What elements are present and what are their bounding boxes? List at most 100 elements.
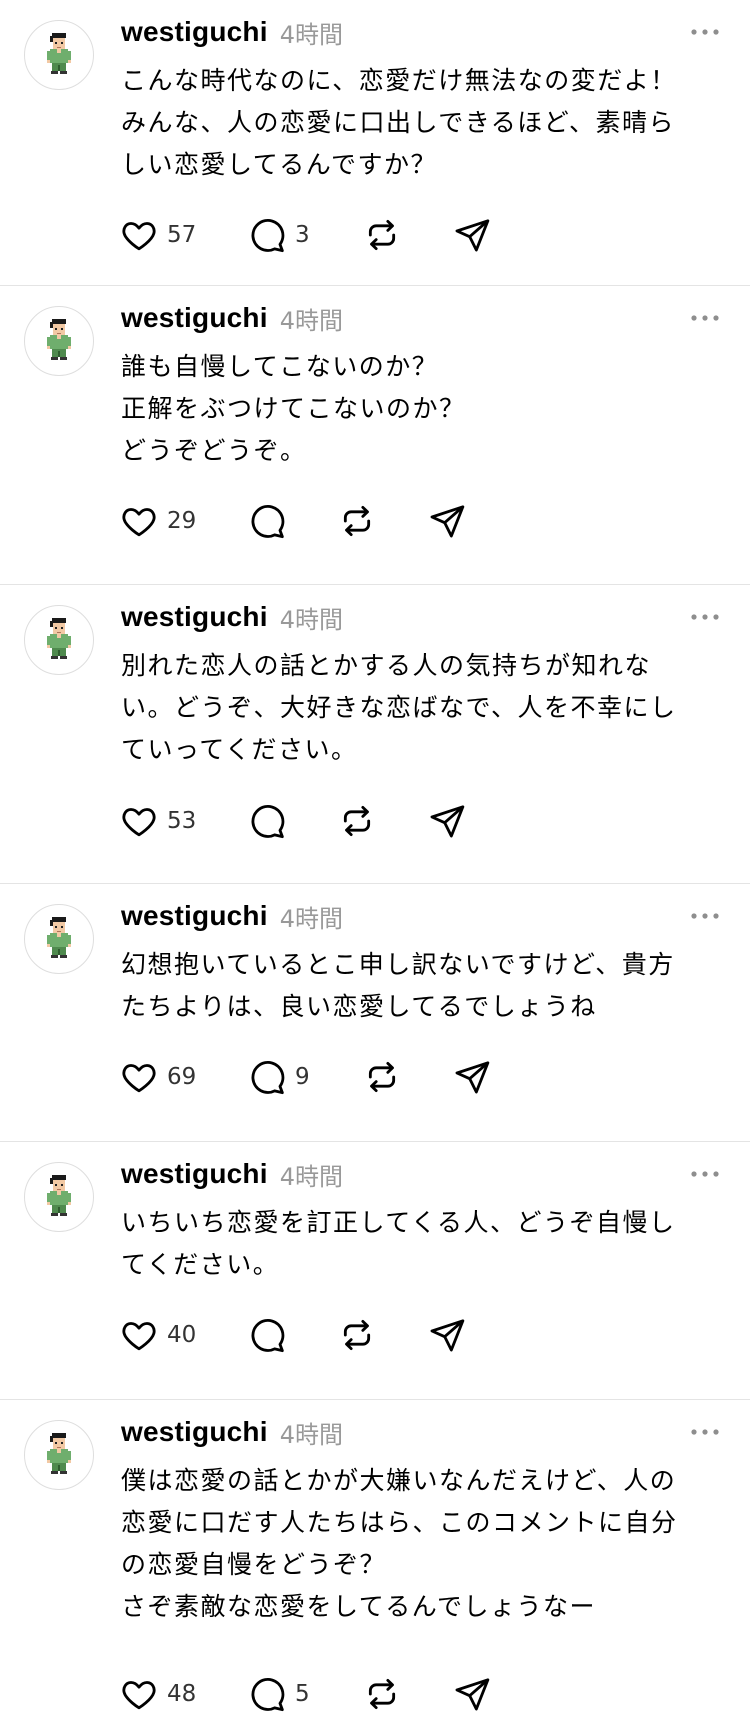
reply-count: 5: [295, 1681, 310, 1707]
post-header: westiguchi 4時間: [121, 300, 726, 336]
heart-icon: [122, 1681, 156, 1710]
repost-icon: [368, 219, 396, 251]
heart-icon: [122, 808, 156, 837]
avatar[interactable]: [24, 605, 94, 675]
paper-plane-icon: [430, 1319, 465, 1352]
post-header: westiguchi 4時間: [121, 14, 726, 50]
repost-button[interactable]: [362, 1672, 402, 1716]
pixel-avatar-icon: [47, 1175, 71, 1216]
reply-button[interactable]: 3: [247, 213, 310, 257]
pixel-avatar-icon: [47, 33, 71, 74]
repost-button[interactable]: [337, 799, 377, 843]
post-time: 4時間: [279, 1162, 343, 1191]
more-dots-icon: [691, 315, 719, 321]
reply-button[interactable]: [247, 499, 295, 543]
share-button[interactable]: [452, 213, 492, 257]
username[interactable]: westiguchi: [121, 302, 268, 334]
username[interactable]: westiguchi: [121, 1416, 268, 1448]
reply-button[interactable]: 9: [247, 1055, 310, 1099]
more-options-button[interactable]: [686, 599, 726, 635]
post-actions: 53: [119, 799, 719, 843]
like-count: 53: [167, 808, 197, 834]
post-time: 4時間: [279, 1420, 343, 1449]
avatar[interactable]: [24, 306, 94, 376]
pixel-avatar-icon: [47, 1433, 71, 1474]
repost-button[interactable]: [337, 1313, 377, 1357]
username[interactable]: westiguchi: [121, 900, 268, 932]
reply-button[interactable]: [247, 1313, 295, 1357]
pixel-avatar-icon: [47, 917, 71, 958]
repost-icon: [368, 1678, 396, 1710]
heart-icon: [122, 222, 156, 251]
post-actions: 57 3: [119, 213, 719, 257]
heart-icon: [122, 1064, 156, 1093]
post-actions: 69 9: [119, 1055, 719, 1099]
post-text: 幻想抱いているとこ申し訳ないですけど、貴方 たちよりは、良い恋愛してるでしょうね: [121, 950, 675, 1021]
paper-plane-icon: [430, 805, 465, 838]
repost-icon: [368, 1061, 396, 1093]
heart-icon: [122, 1322, 156, 1351]
post-text: こんな時代なのに、恋愛だけ無法なの変だよ！ みんな、人の恋愛に口出しできるほど、…: [121, 66, 677, 179]
post-header: westiguchi 4時間: [121, 1414, 726, 1450]
thread-feed: westiguchi 4時間 こんな時代なのに、恋愛だけ無法なの変だよ！ みんな…: [0, 0, 750, 1717]
share-button[interactable]: [427, 499, 467, 543]
paper-plane-icon: [430, 505, 465, 538]
share-button[interactable]: [427, 1313, 467, 1357]
avatar[interactable]: [24, 1420, 94, 1490]
reply-button[interactable]: [247, 799, 295, 843]
post-actions: 48 5: [119, 1672, 719, 1716]
repost-button[interactable]: [337, 499, 377, 543]
post-text: 別れた恋人の話とかする人の気持ちが知れな い。どうぞ、大好きな恋ばなで、人を不幸…: [121, 651, 677, 764]
share-button[interactable]: [452, 1672, 492, 1716]
paper-plane-icon: [455, 219, 490, 252]
post: westiguchi 4時間 僕は恋愛の話とかが大嫌いなんだえけど、人の 恋愛に…: [0, 1400, 750, 1717]
post-time: 4時間: [279, 904, 343, 933]
more-options-button[interactable]: [686, 1156, 726, 1192]
post-header: westiguchi 4時間: [121, 599, 726, 635]
reply-button[interactable]: 5: [247, 1672, 310, 1716]
more-options-button[interactable]: [686, 1414, 726, 1450]
username[interactable]: westiguchi: [121, 1158, 268, 1190]
repost-icon: [343, 1319, 371, 1351]
avatar[interactable]: [24, 20, 94, 90]
reply-count: 3: [295, 222, 310, 248]
post-actions: 29: [119, 499, 719, 543]
comment-bubble-icon: [251, 1319, 285, 1353]
more-options-button[interactable]: [686, 14, 726, 50]
comment-bubble-icon: [251, 219, 285, 253]
comment-bubble-icon: [251, 805, 285, 839]
repost-icon: [343, 805, 371, 837]
pixel-avatar-icon: [47, 319, 71, 360]
share-button[interactable]: [452, 1055, 492, 1099]
like-count: 29: [167, 508, 197, 534]
like-button[interactable]: 69: [119, 1055, 196, 1099]
username[interactable]: westiguchi: [121, 16, 268, 48]
post-time: 4時間: [279, 20, 343, 49]
username[interactable]: westiguchi: [121, 601, 268, 633]
more-dots-icon: [691, 913, 719, 919]
more-options-button[interactable]: [686, 300, 726, 336]
post: westiguchi 4時間 誰も自慢してこないのか？ 正解をぶつけてこないのか…: [0, 286, 750, 585]
like-button[interactable]: 57: [119, 213, 196, 257]
more-options-button[interactable]: [686, 898, 726, 934]
avatar[interactable]: [24, 904, 94, 974]
post: westiguchi 4時間 幻想抱いているとこ申し訳ないですけど、貴方 たちよ…: [0, 884, 750, 1142]
reply-count: 9: [295, 1064, 310, 1090]
like-button[interactable]: 40: [119, 1313, 196, 1357]
like-button[interactable]: 48: [119, 1672, 196, 1716]
like-button[interactable]: 53: [119, 799, 196, 843]
post-header: westiguchi 4時間: [121, 898, 726, 934]
comment-bubble-icon: [251, 505, 285, 539]
like-button[interactable]: 29: [119, 499, 196, 543]
repost-icon: [343, 505, 371, 537]
avatar[interactable]: [24, 1162, 94, 1232]
like-count: 40: [167, 1322, 197, 1348]
more-dots-icon: [691, 29, 719, 35]
post-text: いちいち恋愛を訂正してくる人、どうぞ自慢し てください。: [121, 1208, 676, 1279]
repost-button[interactable]: [362, 213, 402, 257]
paper-plane-icon: [455, 1678, 490, 1711]
share-button[interactable]: [427, 799, 467, 843]
comment-bubble-icon: [251, 1678, 285, 1712]
like-count: 48: [167, 1681, 197, 1707]
repost-button[interactable]: [362, 1055, 402, 1099]
